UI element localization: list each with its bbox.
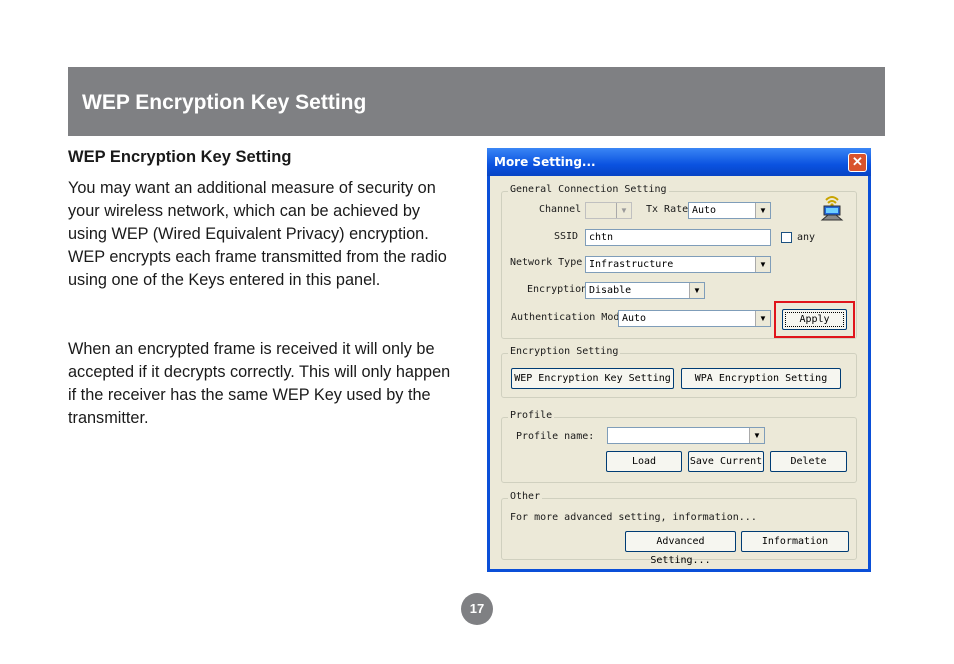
authentication-mode-label: Authentication Mode [511, 312, 626, 323]
wireless-status-icon [820, 196, 844, 221]
ssid-value: chtn [589, 232, 614, 243]
general-group-label: General Connection Setting [508, 184, 669, 195]
close-icon[interactable]: ✕ [848, 153, 867, 172]
save-current-button[interactable]: Save Current [688, 451, 764, 472]
header-banner: WEP Encryption Key Setting [68, 67, 885, 136]
ssid-input[interactable]: chtn [585, 229, 771, 246]
encryption-value: Disable [589, 285, 632, 296]
dialog-title: More Setting... [494, 155, 596, 169]
any-label: any [797, 232, 816, 243]
authentication-mode-value: Auto [622, 313, 647, 324]
tx-rate-select[interactable]: Auto ▼ [688, 202, 771, 219]
encryption-group-label: Encryption Setting [508, 346, 621, 357]
channel-select[interactable]: ▼ [585, 202, 632, 219]
profile-group-label: Profile [508, 410, 555, 421]
dialog-client-area: General Connection Setting Channel ▼ Tx … [490, 176, 868, 569]
tx-rate-value: Auto [692, 205, 717, 216]
authentication-mode-select[interactable]: Auto ▼ [618, 310, 771, 327]
encryption-select[interactable]: Disable ▼ [585, 282, 705, 299]
information-button[interactable]: Information [741, 531, 849, 552]
delete-button[interactable]: Delete [770, 451, 847, 472]
chevron-down-icon: ▼ [749, 428, 764, 443]
network-type-value: Infrastructure [589, 259, 674, 270]
page-number: 17 [461, 593, 493, 625]
profile-name-label: Profile name: [516, 431, 595, 442]
chevron-down-icon: ▼ [689, 283, 704, 298]
wep-encryption-key-setting-button[interactable]: WEP Encryption Key Setting [511, 368, 674, 389]
paragraph-1: You may want an additional measure of se… [68, 179, 447, 289]
encryption-label: Encryption [527, 284, 588, 295]
ssid-label: SSID [554, 231, 579, 242]
channel-label: Channel [539, 204, 582, 215]
chevron-down-icon: ▼ [755, 203, 770, 218]
wpa-encryption-setting-button[interactable]: WPA Encryption Setting [681, 368, 841, 389]
more-setting-dialog: More Setting... ✕ General Connection Set… [487, 148, 871, 572]
other-group-label: Other [508, 491, 543, 502]
dialog-titlebar: More Setting... ✕ [487, 148, 871, 176]
profile-name-select[interactable]: ▼ [607, 427, 765, 444]
other-description: For more advanced setting, information..… [510, 512, 757, 523]
chevron-down-icon: ▼ [755, 311, 770, 326]
any-checkbox[interactable] [781, 232, 792, 243]
chevron-down-icon: ▼ [616, 203, 631, 218]
paragraph-2: When an encrypted frame is received it w… [68, 340, 451, 427]
chevron-down-icon: ▼ [755, 257, 770, 272]
advanced-setting-button[interactable]: Advanced Setting... [625, 531, 736, 566]
network-type-select[interactable]: Infrastructure ▼ [585, 256, 771, 273]
banner-title: WEP Encryption Key Setting [82, 91, 367, 114]
section-title: WEP Encryption Key Setting [68, 148, 292, 166]
apply-button[interactable]: Apply [782, 309, 847, 330]
network-type-label: Network Type [510, 257, 583, 268]
load-button[interactable]: Load [606, 451, 682, 472]
tx-rate-label: Tx Rate [646, 204, 689, 215]
